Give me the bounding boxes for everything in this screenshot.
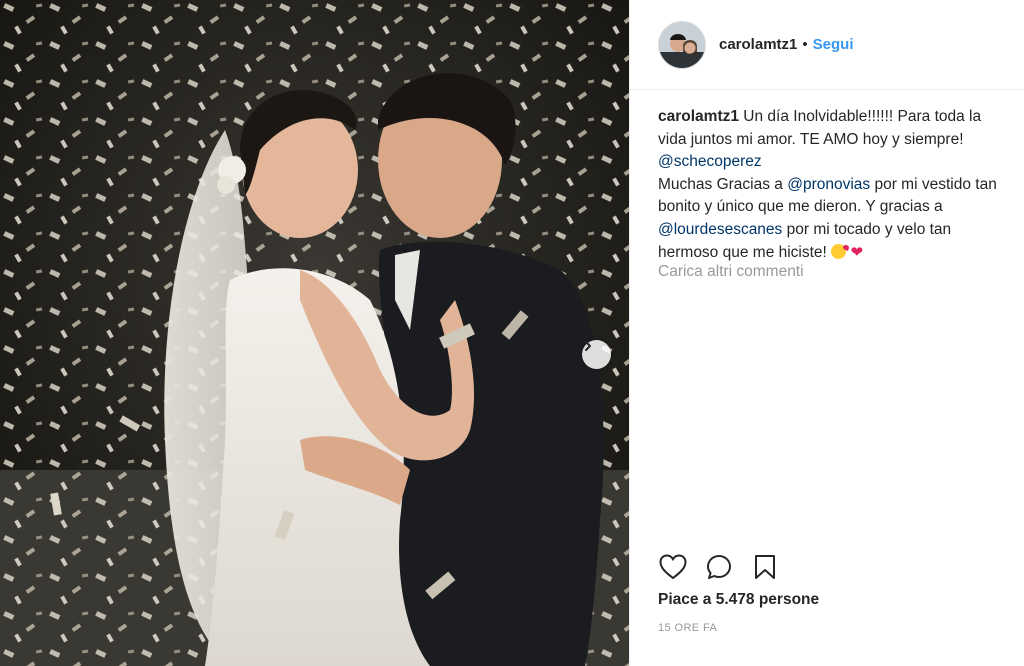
mention-schecoperez[interactable]: @schecoperez (658, 153, 762, 170)
mention-pronovias[interactable]: @pronovias (787, 176, 870, 193)
kiss-emoji (831, 244, 847, 259)
comment-icon (707, 555, 731, 579)
comment-button[interactable] (704, 552, 734, 582)
post-caption: carolamtz1 Un día Inolvidable!!!!!! Para… (658, 106, 1003, 265)
avatar[interactable] (658, 20, 706, 69)
post-timestamp[interactable]: 15 ORE FA (658, 622, 717, 634)
bookmark-icon (755, 555, 775, 579)
like-button[interactable] (658, 552, 688, 582)
likes-count[interactable]: Piace a 5.478 persone (658, 591, 819, 609)
separator-dot: • (802, 36, 808, 53)
post-panel: carolamtz1 • Segui carolamtz1 Un día Ino… (629, 0, 1024, 666)
caption-username[interactable]: carolamtz1 (658, 108, 739, 125)
instagram-post: carolamtz1 • Segui carolamtz1 Un día Ino… (0, 0, 1024, 666)
heart-icon (659, 554, 687, 580)
post-photo[interactable] (0, 0, 629, 666)
next-photo-button[interactable] (582, 340, 611, 369)
mention-lourdesescanes[interactable]: @lourdesescanes (658, 221, 782, 238)
avatar-photo-icon (659, 21, 705, 68)
heart-emoji: ❤ (850, 243, 864, 261)
wedding-photo (0, 0, 629, 666)
save-button[interactable] (750, 552, 780, 582)
post-author-username[interactable]: carolamtz1 (719, 36, 797, 53)
follow-button[interactable]: Segui (813, 36, 854, 53)
post-header: carolamtz1 • Segui (630, 0, 1024, 90)
chevron-right-icon (585, 341, 591, 351)
caption-text-2: Muchas Gracias a (658, 175, 788, 193)
load-more-comments-link[interactable]: Carica altri commenti (658, 263, 804, 281)
post-actions (658, 552, 1002, 582)
